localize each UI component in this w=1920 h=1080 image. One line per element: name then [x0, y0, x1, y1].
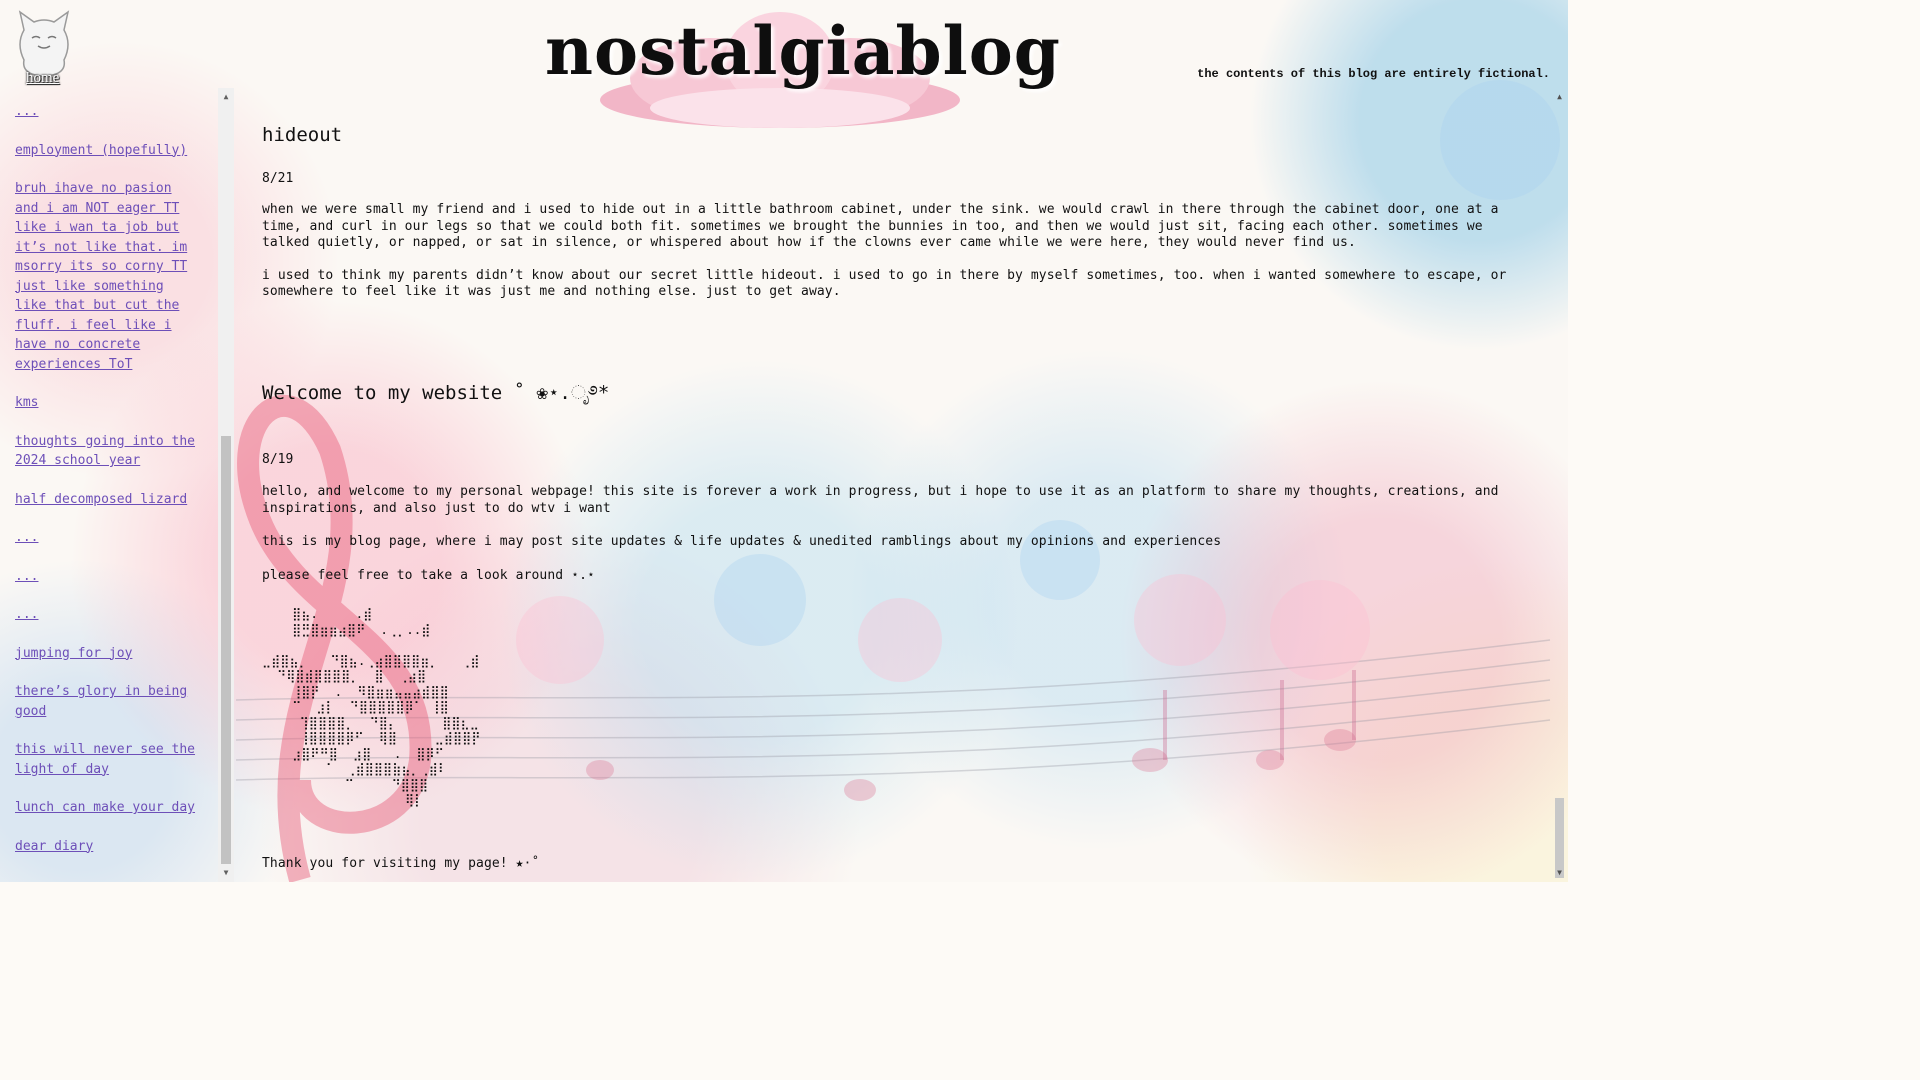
- sidebar-item: ...: [15, 603, 195, 623]
- post-paragraph: please feel free to take a look around ⋆…: [262, 567, 595, 583]
- main-scrollbar[interactable]: ▲ ▼: [1551, 88, 1568, 882]
- sidebar-post-link[interactable]: lunch can make your day: [15, 800, 195, 815]
- main-content: hideout 8/21 when we were small my frien…: [236, 88, 1550, 882]
- sidebar-post-link[interactable]: ...: [15, 530, 38, 545]
- post-date: 8/19: [262, 452, 294, 467]
- post-paragraph: i used to think my parents didn’t know a…: [262, 267, 1507, 300]
- sidebar-post-link[interactable]: kms: [15, 395, 38, 410]
- sidebar-post-link[interactable]: there’s glory in being good: [15, 684, 187, 719]
- sidebar-item: employment (hopefully): [15, 139, 195, 159]
- scroll-up-arrow-icon[interactable]: ▲: [1554, 92, 1565, 102]
- sidebar-item: lunch can make your day: [15, 796, 195, 816]
- sidebar-scrollbar[interactable]: ▲ ▼: [218, 88, 234, 882]
- post-title: Welcome to my website ˚ ❀⋆.ೃ࿔*: [262, 382, 610, 404]
- sidebar-item: ...: [15, 565, 195, 585]
- sidebar-post-link[interactable]: thoughts going into the 2024 school year: [15, 434, 195, 469]
- sidebar-post-list: ... employment (hopefully) bruh ihave no p…: [0, 88, 234, 882]
- sidebar-post-link[interactable]: ...: [15, 569, 38, 584]
- ascii-art-flower: ⣿⣦. .⣾ ⣿⣛⣿⣶⣶⣴⣿⠟ .⢀⡀..⣾ ⣀⣾⣿⣦⡀ ⠙⣿⣦.⢀⣴⣿⣿⣿⣿⣶…: [262, 606, 481, 807]
- scroll-down-arrow-icon[interactable]: ▼: [1554, 868, 1565, 878]
- main-scroll-thumb[interactable]: [1555, 798, 1564, 878]
- ghost-cat-icon: [18, 10, 70, 77]
- disclaimer-text: the contents of this blog are entirely f…: [1197, 67, 1550, 81]
- sidebar-links: ... employment (hopefully) bruh ihave no p…: [15, 100, 195, 882]
- sidebar-post-link[interactable]: ...: [15, 607, 38, 622]
- sidebar-item: this will never see the light of day: [15, 738, 195, 777]
- sidebar-item: dear diary: [15, 835, 195, 855]
- home-logo[interactable]: home: [14, 8, 74, 86]
- sidebar-item: ...: [15, 873, 195, 882]
- post-date: 8/21: [262, 171, 294, 186]
- sidebar-item: bruh ihave no pasion and i am NOT eager …: [15, 177, 195, 372]
- sidebar-item: kms: [15, 391, 195, 411]
- sidebar-scroll-thumb[interactable]: [221, 436, 231, 864]
- sidebar-item: ...: [15, 526, 195, 546]
- post-welcome: Welcome to my website ˚ ❀⋆.ೃ࿔* 8/19 hell…: [262, 371, 1532, 872]
- sidebar-item: jumping for joy: [15, 642, 195, 662]
- sidebar-post-link[interactable]: employment (hopefully): [15, 143, 187, 158]
- home-link-label[interactable]: home: [26, 70, 59, 87]
- post-title: hideout: [262, 124, 343, 146]
- post-hideout: hideout 8/21 when we were small my frien…: [262, 124, 1532, 301]
- sidebar-item: ...: [15, 100, 195, 120]
- sidebar-post-link[interactable]: ...: [15, 877, 38, 882]
- post-paragraph: when we were small my friend and i used …: [262, 202, 1499, 250]
- sidebar-item: there’s glory in being good: [15, 680, 195, 719]
- sidebar-post-link[interactable]: ...: [15, 104, 38, 119]
- scroll-up-arrow-icon[interactable]: ▲: [221, 92, 231, 102]
- sidebar-item: thoughts going into the 2024 school year: [15, 430, 195, 469]
- sidebar-post-link[interactable]: jumping for joy: [15, 646, 132, 661]
- scroll-down-arrow-icon[interactable]: ▼: [221, 868, 231, 878]
- closing-text: Thank you for visiting my page! ★⋅˚: [262, 855, 540, 871]
- sidebar-post-link[interactable]: this will never see the light of day: [15, 742, 195, 777]
- sidebar-post-link[interactable]: bruh ihave no pasion and i am NOT eager …: [15, 181, 187, 372]
- site-title: nostalgiablog: [545, 12, 1061, 90]
- post-paragraph: this is my blog page, where i may post s…: [262, 534, 1222, 549]
- sidebar-item: half decomposed lizard: [15, 488, 195, 508]
- sidebar-post-link[interactable]: dear diary: [15, 839, 93, 854]
- sidebar-post-link[interactable]: half decomposed lizard: [15, 492, 187, 507]
- post-paragraph: hello, and welcome to my personal webpag…: [262, 484, 1499, 516]
